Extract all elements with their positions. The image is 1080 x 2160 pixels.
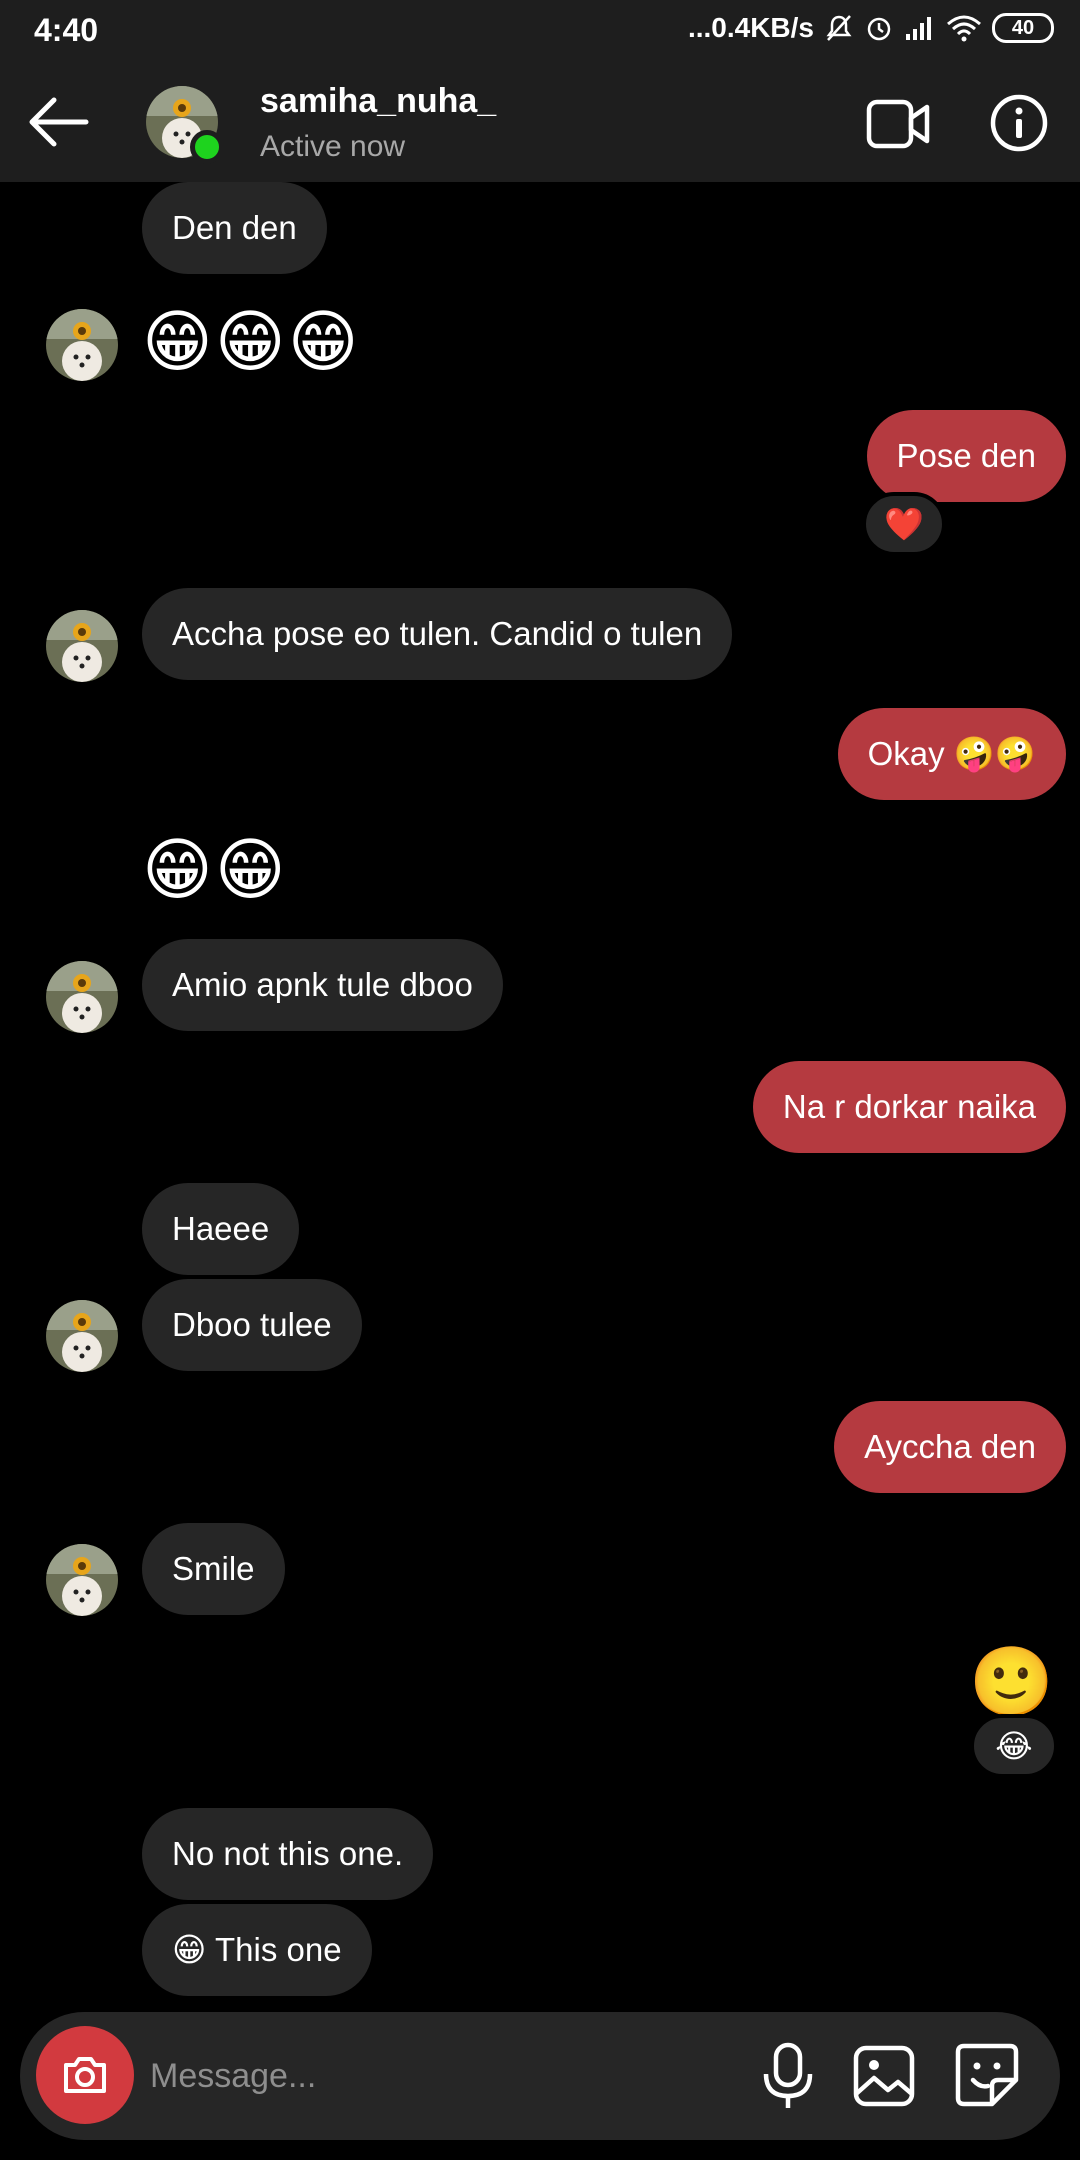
video-call-icon[interactable] bbox=[866, 96, 930, 152]
sender-avatar[interactable] bbox=[46, 961, 118, 1033]
message-bubble-sent[interactable]: Ayccha den bbox=[834, 1401, 1066, 1493]
status-time: 4:40 bbox=[34, 12, 99, 48]
message-bubble-received[interactable]: No not this one. bbox=[142, 1808, 434, 1900]
alarm-icon bbox=[867, 17, 891, 41]
message-bubble-received[interactable]: Haeee bbox=[142, 1183, 300, 1275]
sender-avatar[interactable] bbox=[46, 1544, 118, 1616]
camera-icon bbox=[64, 2057, 106, 2093]
chat-header: samiha_nuha_ Active now bbox=[0, 62, 1080, 182]
active-status-dot bbox=[190, 130, 224, 164]
battery-indicator: 40 bbox=[992, 13, 1054, 43]
gallery-icon[interactable] bbox=[852, 2044, 916, 2108]
emoji-message-sent[interactable]: 🙂 bbox=[969, 1642, 1056, 1722]
dog-sunflower-photo bbox=[46, 309, 118, 381]
back-arrow-icon[interactable] bbox=[26, 92, 90, 152]
message-reaction-badge[interactable]: ❤️ bbox=[862, 492, 946, 556]
wifi-icon bbox=[947, 15, 981, 42]
message-reaction-badge[interactable]: 😂 bbox=[970, 1714, 1058, 1778]
info-icon[interactable] bbox=[990, 94, 1048, 152]
emoji-message-received[interactable]: 😁😁😁 bbox=[142, 302, 361, 382]
emoji-message-received[interactable]: 😁😁 bbox=[142, 830, 288, 910]
message-bubble-sent[interactable]: Okay 🤪🤪 bbox=[837, 708, 1066, 800]
signal-icon bbox=[906, 17, 931, 40]
sender-avatar[interactable] bbox=[46, 1300, 118, 1372]
message-bubble-received[interactable]: Dboo tulee bbox=[142, 1279, 362, 1371]
dog-sunflower-photo bbox=[46, 1544, 118, 1616]
status-indicators: ...0.4KB/s 40 bbox=[688, 12, 1054, 44]
message-bubble-sent[interactable]: Pose den bbox=[866, 410, 1066, 502]
contact-activity-status: Active now bbox=[260, 130, 406, 163]
sticker-icon[interactable] bbox=[954, 2042, 1020, 2108]
network-speed: ...0.4KB/s bbox=[687, 12, 814, 43]
message-bubble-received[interactable]: Smile bbox=[142, 1523, 285, 1615]
message-bubble-received[interactable]: Den den bbox=[142, 182, 327, 274]
message-thread[interactable]: Den den 😁😁😁 Pose den ❤️ Accha pose eo tu… bbox=[0, 182, 1080, 2012]
message-bubble-received[interactable]: Amio apnk tule dboo bbox=[142, 939, 503, 1031]
message-composer bbox=[20, 2012, 1060, 2140]
sender-avatar[interactable] bbox=[46, 309, 118, 381]
status-bar: 4:40 ...0.4KB/s 40 bbox=[0, 0, 1080, 62]
dog-sunflower-photo bbox=[46, 1300, 118, 1372]
sender-avatar[interactable] bbox=[46, 610, 118, 682]
message-bubble-sent[interactable]: Na r dorkar naika bbox=[752, 1061, 1066, 1153]
message-bubble-received[interactable]: Accha pose eo tulen. Candid o tulen bbox=[142, 588, 733, 680]
microphone-icon[interactable] bbox=[756, 2042, 820, 2110]
contact-username[interactable]: samiha_nuha_ bbox=[260, 82, 496, 121]
message-input[interactable] bbox=[150, 2046, 710, 2106]
mute-bell-icon bbox=[826, 15, 852, 41]
camera-button[interactable] bbox=[36, 2026, 134, 2124]
message-bubble-received[interactable]: 😁 This one bbox=[142, 1904, 372, 1996]
dog-sunflower-photo bbox=[46, 610, 118, 682]
dog-sunflower-photo bbox=[46, 961, 118, 1033]
